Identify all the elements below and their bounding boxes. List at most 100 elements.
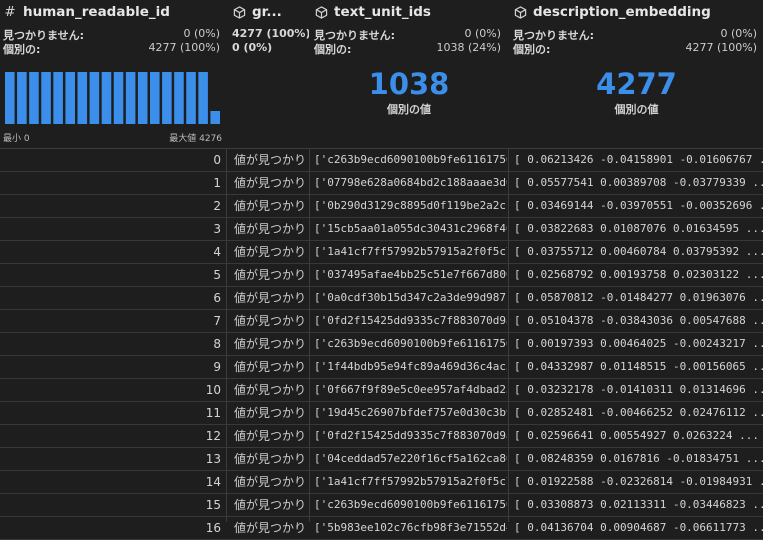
text-unit-ids-cell[interactable]: ['0fd2f15425dd9335c7f883070d9a8e (311, 425, 507, 447)
row-index-cell[interactable]: 4 (0, 241, 221, 263)
row-index-cell[interactable]: 15 (0, 494, 221, 516)
table-row[interactable]: 14 値が見つかり['1a41cf7ff57992b57915a2f0f5c727… (0, 471, 763, 494)
row-index-cell[interactable]: 0 (0, 149, 221, 171)
graph-cell[interactable]: 値が見つかり (229, 287, 309, 309)
row-index-cell[interactable]: 8 (0, 333, 221, 355)
table-row[interactable]: 15 値が見つかり ['c263b9ecd6090100b9fe61161756d[… (0, 494, 763, 517)
data-table-body: 0 値が見つかり ['c263b9ecd6090100b9fe61161756d[ … (0, 149, 763, 540)
description-embedding-cell[interactable]: [ 0.02596641 0.00554927 0.0263224 ... -0… (510, 425, 763, 447)
column-text-unit-ids[interactable]: text_unit_ids 見つかりません: 0 (0%) 個別の: 1038 … (311, 0, 507, 148)
row-index-cell[interactable]: 5 (0, 264, 221, 286)
table-row[interactable]: 3 値が見つかり ['15cb5aa01a055dc30431c2968f4086[… (0, 218, 763, 241)
text-unit-ids-cell[interactable]: ['15cb5aa01a055dc30431c2968f4086 (311, 218, 507, 240)
column-divider[interactable] (309, 149, 310, 522)
text-unit-ids-cell[interactable]: ['5b983ee102c76cfb98f3e71552d4b2 (311, 517, 507, 539)
row-index-cell[interactable]: 11 (0, 402, 221, 424)
histogram-bar (150, 72, 160, 124)
row-index-cell[interactable]: 12 (0, 425, 221, 447)
graph-cell[interactable]: 値が見つかり (229, 402, 309, 424)
description-embedding-cell[interactable]: [ 0.06213426 -0.04158901 -0.01606767 ...… (510, 149, 763, 171)
table-row[interactable]: 6 値が見つかり ['0a0cdf30b15d347c2a3de99d987f72[… (0, 287, 763, 310)
row-index-cell[interactable]: 10 (0, 379, 221, 401)
text-unit-ids-cell[interactable]: ['04ceddad57e220f16cf5a162ca80bb (311, 448, 507, 470)
row-index-cell[interactable]: 6 (0, 287, 221, 309)
table-row[interactable]: 2 値が見つかり ['0b290d3129c8895d0f119be2a2cc0[ … (0, 195, 763, 218)
row-index-cell[interactable]: 13 (0, 448, 221, 470)
column-title[interactable]: # human_readable_id (3, 2, 226, 22)
row-index-cell[interactable]: 3 (0, 218, 221, 240)
graph-cell[interactable]: 値が見つかり (229, 218, 309, 240)
column-title[interactable]: text_unit_ids (314, 2, 507, 22)
table-row[interactable]: 13 値が見つかり ['04ceddad57e220f16cf5a162ca80bb… (0, 448, 763, 471)
text-unit-ids-cell[interactable]: ['1a41cf7ff57992b57915a2f0f5c727d (311, 241, 507, 263)
table-row[interactable]: 9 値が見つかり ['1f44bdb95e94fc89a469d36c4ac333[… (0, 356, 763, 379)
column-divider[interactable] (226, 149, 227, 522)
graph-cell[interactable]: 値が見つかり (229, 448, 309, 470)
row-index-cell[interactable]: 7 (0, 310, 221, 332)
text-unit-ids-cell[interactable]: ['c263b9ecd6090100b9fe61161756d (311, 494, 507, 516)
text-unit-ids-cell[interactable]: ['c263b9ecd6090100b9fe61161756d (311, 333, 507, 355)
graph-cell[interactable]: 値が見つかり (229, 195, 309, 217)
graph-cell[interactable]: 値が見つかり (229, 471, 309, 493)
column-divider[interactable] (508, 149, 509, 522)
description-embedding-cell[interactable]: [ 0.03308873 0.02113311 -0.03446823 ... … (510, 494, 763, 516)
text-unit-ids-cell[interactable]: ['1f44bdb95e94fc89a469d36c4ac333 (311, 356, 507, 378)
row-index-cell[interactable]: 2 (0, 195, 221, 217)
row-index-cell[interactable]: 9 (0, 356, 221, 378)
text-unit-ids-cell[interactable]: ['19d45c26907bfdef757e0d30c3b9b3 (311, 402, 507, 424)
row-index-cell[interactable]: 14 (0, 471, 221, 493)
table-row[interactable]: 0 値が見つかり ['c263b9ecd6090100b9fe61161756d[ … (0, 149, 763, 172)
text-unit-ids-cell[interactable]: ['07798e628a0684bd2c188aaae3d6a (311, 172, 507, 194)
column-description-embedding[interactable]: description_embedding 見つかりません: 0 (0%) 個別… (510, 0, 763, 148)
description-embedding-cell[interactable]: [ 0.02852481 -0.00466252 0.02476112 ... … (510, 402, 763, 424)
table-row[interactable]: 1 値が見つかり ['07798e628a0684bd2c188aaae3d6a[ … (0, 172, 763, 195)
graph-cell[interactable]: 値が見つかり (229, 379, 309, 401)
graph-cell[interactable]: 値が見つかり (229, 149, 309, 171)
graph-cell[interactable]: 値が見つかり (229, 333, 309, 355)
graph-cell[interactable]: 値が見つかり (229, 517, 309, 539)
graph-cell[interactable]: 値が見つかり (229, 425, 309, 447)
description-embedding-cell[interactable]: [ 0.00197393 0.00464025 -0.00243217 ... … (510, 333, 763, 355)
range-labels: 最小 0 最大値 4276 (3, 131, 222, 144)
description-embedding-cell[interactable]: [ 0.03755712 0.00460784 0.03795392 ... -… (510, 241, 763, 263)
description-embedding-cell[interactable]: [ 0.03822683 0.01087076 0.01634595 ... -… (510, 218, 763, 240)
graph-cell[interactable]: 値が見つかり (229, 264, 309, 286)
text-unit-ids-cell[interactable]: ['0b290d3129c8895d0f119be2a2cc0 (311, 195, 507, 217)
row-index-cell[interactable]: 1 (0, 172, 221, 194)
graph-cell[interactable]: 値が見つかり (229, 241, 309, 263)
description-embedding-cell[interactable]: [ 0.03469144 -0.03970551 -0.00352696 ...… (510, 195, 763, 217)
text-unit-ids-cell[interactable]: ['0fd2f15425dd9335c7f883070d9a8e (311, 310, 507, 332)
description-embedding-cell[interactable]: [ 0.02568792 0.00193758 0.02303122 ... 0… (510, 264, 763, 286)
table-row[interactable]: 8 値が見つかり ['c263b9ecd6090100b9fe61161756d[ … (0, 333, 763, 356)
column-title[interactable]: gr... (232, 2, 309, 22)
table-row[interactable]: 11 値が見つかり ['19d45c26907bfdef757e0d30c3b9b3… (0, 402, 763, 425)
table-row[interactable]: 10 値が見つかり['0f667f9f89e5c0ee957af4dbad2300… (0, 379, 763, 402)
column-graph[interactable]: gr... 4277 (100%) 0 (0%) (229, 0, 309, 148)
graph-cell[interactable]: 値が見つかり (229, 172, 309, 194)
text-unit-ids-cell[interactable]: ['c263b9ecd6090100b9fe61161756d (311, 149, 507, 171)
description-embedding-cell[interactable]: [ 0.03232178 -0.01410311 0.01314696 ... … (510, 379, 763, 401)
table-row[interactable]: 5 値が見つかり ['037495afae4bb25c51e7f667d8005f[… (0, 264, 763, 287)
graph-cell[interactable]: 値が見つかり (229, 356, 309, 378)
description-embedding-cell[interactable]: [ 0.04136704 0.00904687 -0.06611773 ... … (510, 517, 763, 539)
graph-cell[interactable]: 値が見つかり (229, 310, 309, 332)
description-embedding-cell[interactable]: [ 0.08248359 0.0167816 -0.01834751 ... -… (510, 448, 763, 470)
description-embedding-cell[interactable]: [ 0.01922588 -0.02326814 -0.01984931 ...… (510, 471, 763, 493)
table-row[interactable]: 12 値が見つかり ['0fd2f15425dd9335c7f883070d9a8e… (0, 425, 763, 448)
description-embedding-cell[interactable]: [ 0.05577541 0.00389708 -0.03779339 ... … (510, 172, 763, 194)
row-index-cell[interactable]: 16 (0, 517, 221, 539)
graph-cell[interactable]: 値が見つかり (229, 494, 309, 516)
column-human-readable-id[interactable]: # human_readable_id 見つかりません: 0 (0%) 個別の:… (0, 0, 226, 148)
table-row[interactable]: 7 値が見つかり ['0fd2f15425dd9335c7f883070d9a8e[… (0, 310, 763, 333)
text-unit-ids-cell[interactable]: ['0f667f9f89e5c0ee957af4dbad23003 (311, 379, 507, 401)
text-unit-ids-cell[interactable]: ['037495afae4bb25c51e7f667d8005f (311, 264, 507, 286)
table-row[interactable]: 4 値が見つかり['1a41cf7ff57992b57915a2f0f5c727d… (0, 241, 763, 264)
text-unit-ids-cell[interactable]: ['1a41cf7ff57992b57915a2f0f5c727d (311, 471, 507, 493)
column-title[interactable]: description_embedding (513, 2, 763, 22)
description-embedding-cell[interactable]: [ 0.04332987 0.01148515 -0.00156065 ... … (510, 356, 763, 378)
table-row[interactable]: 16 値が見つかり ['5b983ee102c76cfb98f3e71552d4b2… (0, 517, 763, 540)
description-embedding-cell[interactable]: [ 0.05870812 -0.01484277 0.01963076 ... … (510, 287, 763, 309)
text-unit-ids-cell[interactable]: ['0a0cdf30b15d347c2a3de99d987f72 (311, 287, 507, 309)
cube-icon (513, 5, 527, 19)
description-embedding-cell[interactable]: [ 0.05104378 -0.03843036 0.00547688 ... … (510, 310, 763, 332)
